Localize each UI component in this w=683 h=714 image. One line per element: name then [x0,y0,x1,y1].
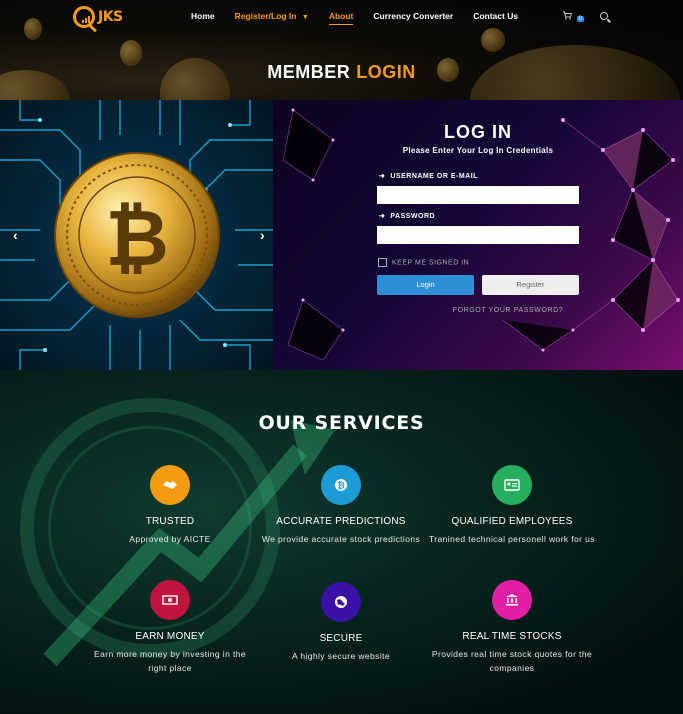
username-input[interactable] [377,186,579,204]
register-button[interactable]: Register [482,275,579,295]
main-nav: Home Register/Log In ▼ About Currency Co… [191,11,538,25]
username-label-text: USERNAME OR E-MAIL [390,173,478,180]
image-slider[interactable]: ₿ ‹ › [0,100,273,370]
login-button[interactable]: Login [377,275,474,295]
password-input[interactable] [377,226,579,244]
service-description: Provides real time stock quotes for the … [431,649,593,673]
coin-decoration [481,28,505,52]
service-name: SECURE [319,633,363,644]
chevron-down-icon: ▼ [301,14,309,21]
site-header: JKS Home Register/Log In ▼ About Currenc… [0,0,683,100]
nav-register-login[interactable]: Register/Log In ▼ [235,11,309,25]
services-title: OUR SERVICES [258,412,425,434]
handshake-icon [150,465,190,505]
service-description: Tranined technical personell work for us [429,534,595,544]
money-icon [150,580,190,620]
nav-about[interactable]: About [328,11,354,25]
service-description: We provide accurate stock predictions [261,534,421,544]
circuit-board-bitcoin-image: ₿ [0,100,273,370]
bitcoin-icon: ₿ [321,465,361,505]
services-section: OUR SERVICES TRUSTED Approved by AICTE ₿… [0,370,683,714]
svg-text:₿: ₿ [105,194,169,284]
nav-contact-us[interactable]: Contact Us [473,11,518,25]
keep-signed-in-checkbox[interactable] [378,258,387,267]
nav-home[interactable]: Home [191,11,215,25]
globe-icon [321,582,361,622]
logo[interactable]: JKS [73,6,123,28]
service-description: A highly secure website [291,651,391,661]
service-card-accurate-predictions: ₿ ACCURATE PREDICTIONS We provide accura… [256,465,426,546]
sign-in-icon: ➜ [379,213,386,220]
id-card-icon [492,465,532,505]
forgot-password-link[interactable]: FORGOT YOUR PASSWORD? [273,307,683,314]
cart-button[interactable]: 0 [562,11,584,22]
service-name: REAL TIME STOCKS [462,631,562,642]
service-card-trusted: TRUSTED Approved by AICTE [85,465,255,546]
page-title: MEMBER LOGIN [0,62,683,83]
keep-signed-in-label: KEEP ME SIGNED IN [392,259,470,267]
service-card-secure: SECURE A highly secure website [256,582,426,663]
search-icon[interactable] [600,12,608,20]
service-name: ACCURATE PREDICTIONS [276,516,406,527]
cart-count-badge: 0 [576,16,584,22]
service-card-qualified-employees: QUALIFIED EMPLOYEES Tranined technical p… [427,465,597,546]
sign-in-icon: ➜ [379,173,386,180]
logo-text: JKS [98,9,123,25]
service-name: QUALIFIED EMPLOYEES [451,516,573,527]
cart-icon [563,11,572,20]
login-title: LOG IN [444,122,512,142]
service-name: EARN MONEY [135,631,205,642]
service-card-earn-money: EARN MONEY Earn more money by investing … [85,580,255,675]
nav-register-login-label: Register/Log In [234,11,297,21]
username-label: ➜ USERNAME OR E-MAIL [379,172,478,180]
svg-text:₿: ₿ [337,481,344,492]
slider-next-button[interactable]: › [260,227,265,243]
password-label-text: PASSWORD [390,213,436,220]
bank-icon [492,580,532,620]
service-name: TRUSTED [145,516,195,527]
login-subtitle: Please Enter Your Log In Credentials [402,146,554,155]
page-title-part2: LOGIN [356,62,416,82]
login-panel: LOG IN Please Enter Your Log In Credenti… [273,100,683,370]
nav-currency-converter[interactable]: Currency Converter [373,11,453,25]
service-description: Earn more money by investing in the righ… [94,649,246,673]
slider-prev-button[interactable]: ‹ [13,227,18,243]
password-label: ➜ PASSWORD [379,212,435,220]
logo-mark [73,6,95,28]
page-title-part1: MEMBER [267,62,351,82]
coin-decoration [24,18,42,40]
service-description: Approved by AICTE [129,534,211,544]
keep-signed-in[interactable]: KEEP ME SIGNED IN [378,258,469,267]
service-card-real-time-stocks: REAL TIME STOCKS Provides real time stoc… [427,580,597,675]
